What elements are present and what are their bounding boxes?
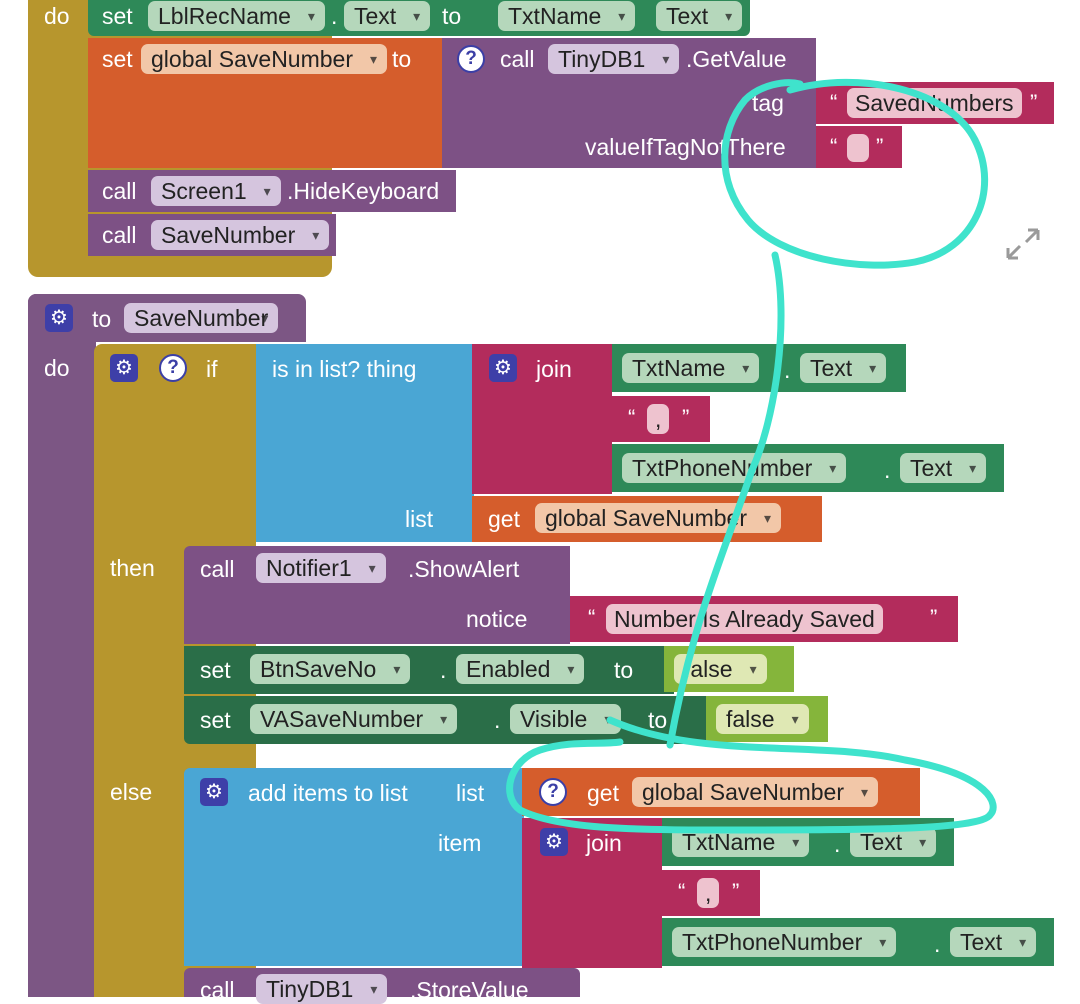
set-label-2: set xyxy=(200,707,231,733)
string-savednumbers[interactable]: SavedNumbers xyxy=(847,88,1022,118)
set-label-2: set xyxy=(102,46,133,72)
else-label: else xyxy=(110,779,153,805)
to-label-2: to xyxy=(648,707,668,733)
dot-separator: . xyxy=(440,657,447,683)
to-label: to xyxy=(92,306,112,332)
gear-icon[interactable]: ⚙ xyxy=(489,354,517,382)
component-dropdown-txtphonenumber-2[interactable]: TxtPhoneNumber xyxy=(672,927,897,957)
call-label: call xyxy=(102,178,137,204)
property-dropdown-text-2[interactable]: Text xyxy=(900,453,987,483)
open-quote: “ xyxy=(678,879,686,904)
string-comma-2[interactable]: , xyxy=(697,878,720,908)
set-label: set xyxy=(102,3,133,29)
dot-separator: . xyxy=(494,707,501,733)
gear-icon[interactable]: ⚙ xyxy=(200,778,228,806)
variable-dropdown-global-savenumber[interactable]: global SaveNumber xyxy=(535,503,782,533)
procedure-block-body[interactable] xyxy=(28,294,96,997)
string-already-saved[interactable]: Number Is Already Saved xyxy=(606,604,883,634)
property-dropdown-visible[interactable]: Visible xyxy=(510,704,622,734)
open-quote: “ xyxy=(628,405,636,430)
valueiftagnotthere-label: valueIfTagNotThere xyxy=(585,134,786,160)
do-label: do xyxy=(44,3,70,29)
storevalue-label: .StoreValue xyxy=(410,977,529,1003)
close-quote: ” xyxy=(732,879,740,904)
procedure-name-field[interactable]: SaveNumber xyxy=(124,303,279,333)
list-label: list xyxy=(405,506,434,532)
component-dropdown-btnsaveno[interactable]: BtnSaveNo xyxy=(250,654,411,684)
close-quote: ” xyxy=(876,134,884,159)
hidekeyboard-label: .HideKeyboard xyxy=(287,178,440,204)
list-label-2: list xyxy=(456,780,485,806)
open-quote: “ xyxy=(588,605,596,630)
string-comma[interactable]: , xyxy=(647,404,670,434)
dot-separator: . xyxy=(884,457,891,483)
component-dropdown-tinydb1[interactable]: TinyDB1 xyxy=(548,44,680,74)
then-label: then xyxy=(110,555,155,581)
open-quote: “ xyxy=(830,90,838,115)
dot-separator: . xyxy=(331,3,338,29)
close-quote: ” xyxy=(930,605,938,630)
join-label: join xyxy=(536,356,572,382)
property-dropdown-text[interactable]: Text xyxy=(800,353,887,383)
string-empty[interactable] xyxy=(847,134,869,162)
boolean-dropdown-false[interactable]: false xyxy=(674,654,767,684)
get-label: get xyxy=(488,506,520,532)
expand-icon[interactable] xyxy=(1004,226,1042,262)
property-dropdown-enabled[interactable]: Enabled xyxy=(456,654,585,684)
is-in-list-label: is in list? thing xyxy=(272,356,417,382)
gear-icon[interactable]: ⚙ xyxy=(110,354,138,382)
component-dropdown-txtname[interactable]: TxtName xyxy=(622,353,760,383)
to-label: to xyxy=(614,657,634,683)
if-label: if xyxy=(206,356,218,382)
boolean-dropdown-false-2[interactable]: false xyxy=(716,704,809,734)
dot-separator: . xyxy=(934,931,941,957)
call-label: call xyxy=(102,222,137,248)
tag-label: tag xyxy=(752,90,784,116)
getvalue-label: .GetValue xyxy=(686,46,787,72)
help-icon[interactable]: ? xyxy=(457,45,485,73)
gear-icon[interactable]: ⚙ xyxy=(540,828,568,856)
variable-dropdown-global-savenumber[interactable]: global SaveNumber xyxy=(141,44,388,74)
component-dropdown-txtname[interactable]: TxtName xyxy=(498,1,636,31)
help-icon[interactable]: ? xyxy=(539,778,567,806)
notice-label: notice xyxy=(466,606,528,632)
component-dropdown-txtname-2[interactable]: TxtName xyxy=(672,827,810,857)
dot-separator: . xyxy=(784,357,791,383)
property-dropdown-text-2[interactable]: Text xyxy=(656,1,743,31)
dot-separator: . xyxy=(834,831,841,857)
property-dropdown-text-3[interactable]: Text xyxy=(850,827,937,857)
property-dropdown-text[interactable]: Text xyxy=(344,1,431,31)
open-quote: “ xyxy=(830,134,838,159)
variable-dropdown-global-savenumber-2[interactable]: global SaveNumber xyxy=(632,777,879,807)
close-quote: ” xyxy=(682,405,690,430)
to-label: to xyxy=(442,3,462,29)
join-label-2: join xyxy=(586,830,622,856)
showalert-label: .ShowAlert xyxy=(408,556,520,582)
to-label-2: to xyxy=(392,46,412,72)
add-items-label: add items to list xyxy=(248,780,408,806)
do-label: do xyxy=(44,355,70,381)
component-dropdown-notifier1[interactable]: Notifier1 xyxy=(256,553,386,583)
component-dropdown-vasavenumber[interactable]: VASaveNumber xyxy=(250,704,458,734)
component-dropdown-tinydb1-2[interactable]: TinyDB1 xyxy=(256,974,388,1004)
component-dropdown-screen1[interactable]: Screen1 xyxy=(151,176,281,206)
item-label: item xyxy=(438,830,482,856)
help-icon[interactable]: ? xyxy=(159,354,187,382)
get-label-2: get xyxy=(587,780,619,806)
gear-icon[interactable]: ⚙ xyxy=(45,304,73,332)
component-dropdown-lblrecname[interactable]: LblRecName xyxy=(148,1,325,31)
call-label: call xyxy=(500,46,535,72)
call-label: call xyxy=(200,556,235,582)
component-dropdown-txtphonenumber[interactable]: TxtPhoneNumber xyxy=(622,453,847,483)
property-dropdown-text-4[interactable]: Text xyxy=(950,927,1037,957)
call-label-2: call xyxy=(200,977,235,1003)
set-label: set xyxy=(200,657,231,683)
procedure-dropdown-savenumber[interactable]: SaveNumber xyxy=(151,220,330,250)
close-quote: ” xyxy=(1030,90,1038,115)
